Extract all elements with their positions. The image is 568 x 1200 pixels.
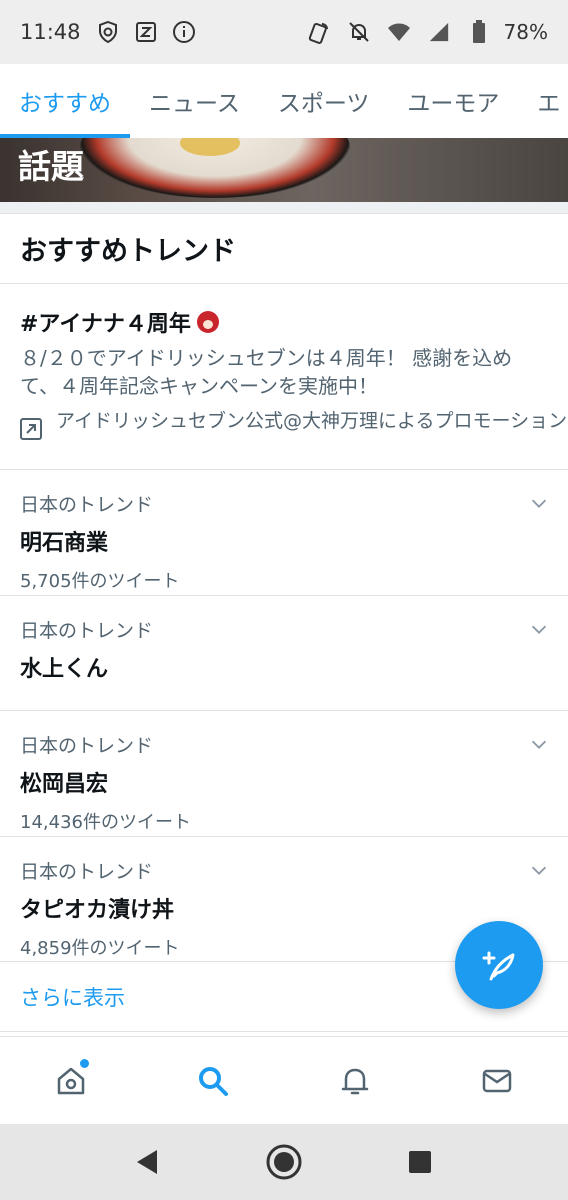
trend-context: 日本のトレンド bbox=[20, 735, 154, 757]
promoted-trend-description: ８/２０でアイドリッシュセブンは４周年！ 感謝を込めて、４周年記念キャンペーンを… bbox=[20, 346, 513, 398]
nav-home-button[interactable] bbox=[41, 1051, 101, 1111]
hashtag-emoji-icon bbox=[196, 311, 219, 333]
tab-entertainment[interactable]: エ bbox=[518, 64, 568, 138]
nav-notifications-button[interactable] bbox=[325, 1051, 385, 1111]
topic-banner[interactable]: 話題 bbox=[0, 138, 568, 202]
explore-tabs: おすすめ ニュース スポーツ ユーモア エ bbox=[0, 64, 568, 138]
status-bar: 11:48 78% bbox=[0, 0, 568, 64]
nfc-icon bbox=[306, 19, 332, 45]
promoted-trend-hashtag: #アイナナ４周年 bbox=[20, 312, 191, 337]
wifi-icon bbox=[386, 19, 412, 45]
trend-context: 日本のトレンド bbox=[20, 620, 154, 642]
banner-title: 話題 bbox=[18, 147, 84, 186]
home-system-button[interactable] bbox=[262, 1140, 306, 1184]
trend-context: 日本のトレンド bbox=[20, 494, 154, 516]
battery-icon bbox=[466, 19, 492, 45]
tab-sports[interactable]: スポーツ bbox=[259, 64, 389, 138]
shield-icon bbox=[95, 19, 121, 45]
messages-icon bbox=[482, 1069, 512, 1092]
notifications-icon bbox=[341, 1068, 369, 1094]
nav-messages-button[interactable] bbox=[467, 1051, 527, 1111]
trend-item[interactable]: 日本のトレンド 水上くん bbox=[0, 596, 568, 711]
nav-search-button[interactable] bbox=[183, 1051, 243, 1111]
trend-name: 水上くん bbox=[20, 657, 109, 682]
tab-humor[interactable]: ユーモア bbox=[388, 64, 518, 138]
status-time: 11:48 bbox=[20, 20, 81, 44]
new-content-dot bbox=[80, 1058, 89, 1068]
tab-news[interactable]: ニュース bbox=[130, 64, 259, 138]
compose-feather-icon bbox=[482, 951, 515, 981]
signal-icon bbox=[426, 19, 452, 45]
home-icon bbox=[57, 1067, 85, 1094]
recents-button[interactable] bbox=[398, 1140, 442, 1184]
promoted-by-text: アイドリッシュセブン公式@大神万理によるプロモーション bbox=[56, 410, 568, 432]
mute-bell-icon bbox=[346, 19, 372, 45]
system-navigation-bar bbox=[0, 1124, 568, 1200]
chevron-down-icon[interactable] bbox=[528, 859, 550, 881]
battery-percent: 78% bbox=[503, 20, 548, 44]
promoted-trend-title: #アイナナ４周年 bbox=[20, 306, 568, 338]
chevron-down-icon[interactable] bbox=[528, 492, 550, 514]
trend-context: 日本のトレンド bbox=[20, 861, 154, 883]
trend-name: 松岡昌宏 bbox=[20, 772, 109, 797]
trend-item[interactable]: 日本のトレンド 明石商業 5,705件のツイート bbox=[0, 470, 568, 596]
section-divider bbox=[0, 202, 568, 214]
back-button[interactable] bbox=[126, 1140, 170, 1184]
promoted-by-line: アイドリッシュセブン公式@大神万理によるプロモーション bbox=[20, 408, 568, 440]
compose-tweet-button[interactable] bbox=[455, 921, 543, 1009]
trend-tweet-count: 14,436件のツイート bbox=[20, 812, 191, 833]
bottom-navigation bbox=[0, 1036, 568, 1124]
section-title: おすすめトレンド bbox=[0, 214, 568, 284]
trend-tweet-count: 5,705件のツイート bbox=[20, 571, 180, 592]
z-app-icon bbox=[133, 19, 159, 45]
trend-item[interactable]: 日本のトレンド 松岡昌宏 14,436件のツイート bbox=[0, 711, 568, 837]
back-triangle-icon bbox=[137, 1150, 157, 1174]
search-icon bbox=[199, 1066, 228, 1096]
promoted-arrow-icon bbox=[20, 418, 42, 440]
tab-recommended[interactable]: おすすめ bbox=[0, 64, 130, 138]
trend-name: 明石商業 bbox=[20, 531, 109, 556]
promoted-trend[interactable]: #アイナナ４周年 ８/２０でアイドリッシュセブンは４周年！ 感謝を込めて、４周年… bbox=[0, 284, 568, 470]
trend-name: タピオカ漬け丼 bbox=[20, 898, 175, 923]
chevron-down-icon[interactable] bbox=[528, 733, 550, 755]
recents-square-icon bbox=[409, 1151, 431, 1173]
home-circle-icon bbox=[266, 1144, 302, 1180]
info-icon bbox=[171, 19, 197, 45]
chevron-down-icon[interactable] bbox=[528, 618, 550, 640]
